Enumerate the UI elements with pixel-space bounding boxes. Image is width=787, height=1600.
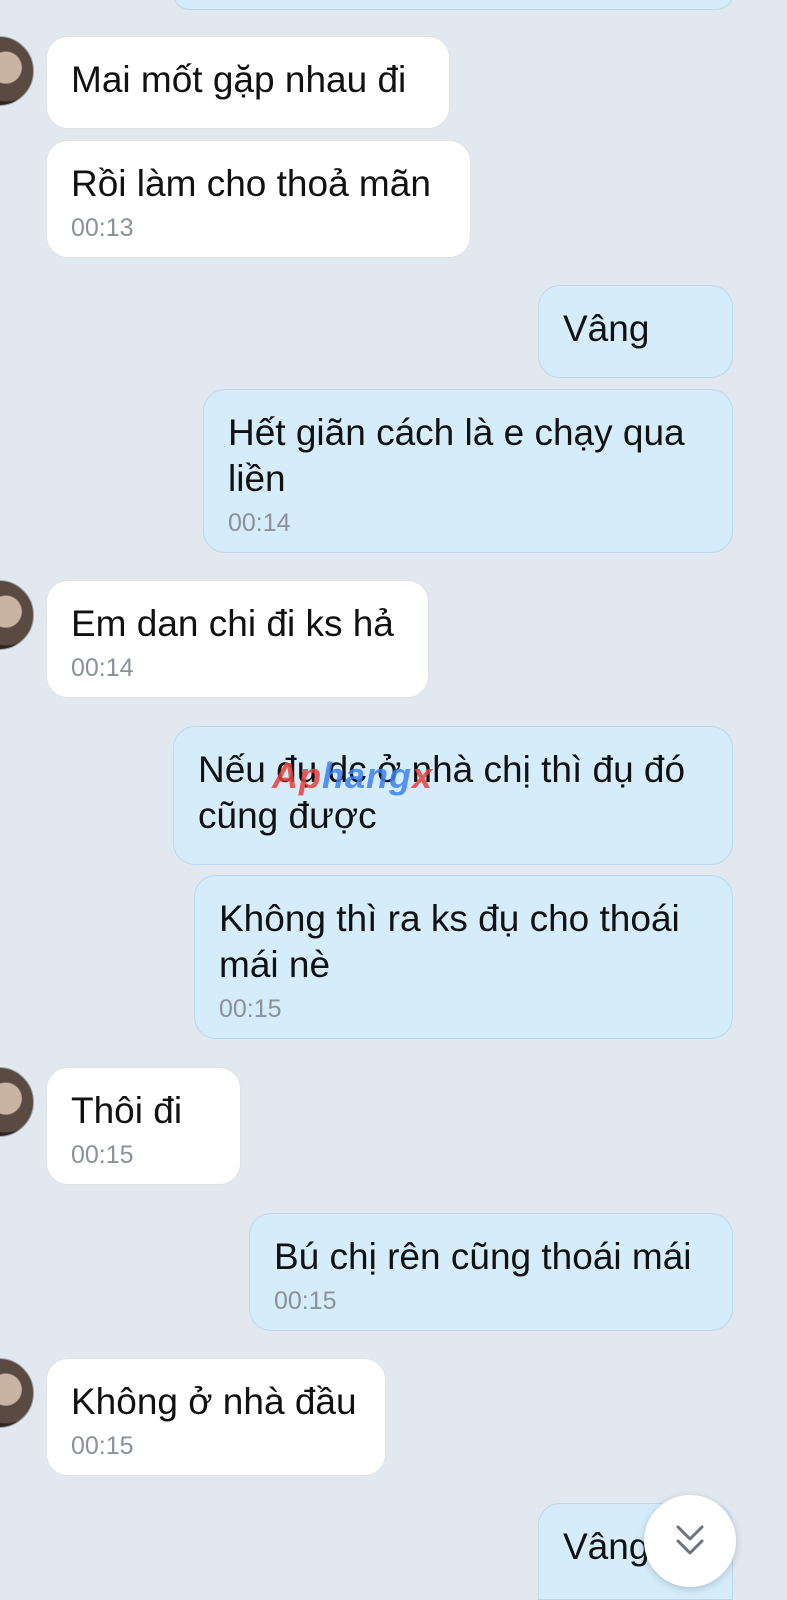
message-text: Hết giãn cách là e chạy qua liền <box>228 412 685 499</box>
contact-avatar[interactable] <box>0 36 34 106</box>
message-text: Bú chị rên cũng thoái mái <box>274 1236 692 1277</box>
chat-thread: Mai mốt gặp nhau đi Rồi làm cho thoả mãn… <box>0 0 787 1600</box>
message-bubble-incoming[interactable]: Rồi làm cho thoả mãn 00:13 <box>46 140 471 258</box>
message-bubble-incoming[interactable]: Em dan chi đi ks hả 00:14 <box>46 580 429 698</box>
message-bubble-outgoing[interactable]: Không thì ra ks đụ cho thoái mái nè 00:1… <box>194 875 733 1039</box>
contact-avatar[interactable] <box>0 580 34 650</box>
message-bubble-incoming[interactable]: Mai mốt gặp nhau đi <box>46 36 450 129</box>
message-timestamp: 00:14 <box>228 509 291 537</box>
message-text: Không ở nhà đầu <box>71 1381 357 1422</box>
message-timestamp: 00:15 <box>71 1432 134 1460</box>
message-bubble-incoming[interactable]: Không ở nhà đầu 00:15 <box>46 1358 386 1476</box>
message-timestamp: 00:15 <box>274 1287 337 1315</box>
message-timestamp: 00:15 <box>71 1141 134 1169</box>
contact-avatar[interactable] <box>0 1067 34 1137</box>
watermark-logo: Aphangx <box>272 755 434 796</box>
message-timestamp: 00:14 <box>71 654 134 682</box>
message-text: Thôi đi <box>71 1090 183 1131</box>
message-text: Em dan chi đi ks hả <box>71 603 394 644</box>
message-bubble-outgoing[interactable]: Vâng <box>538 285 733 378</box>
message-text: Vâng <box>563 308 650 349</box>
message-bubble-outgoing[interactable]: Bú chị rên cũng thoái mái 00:15 <box>249 1213 733 1331</box>
message-text: Không thì ra ks đụ cho thoái mái nè <box>219 898 680 985</box>
message-bubble-outgoing[interactable]: Hết giãn cách là e chạy qua liền 00:14 <box>203 389 733 553</box>
contact-avatar[interactable] <box>0 1358 34 1428</box>
message-bubble-incoming[interactable]: Thôi đi 00:15 <box>46 1067 241 1185</box>
scroll-to-bottom-button[interactable] <box>644 1495 736 1587</box>
message-text: Mai mốt gặp nhau đi <box>71 59 407 100</box>
double-chevron-down-icon <box>676 1525 704 1555</box>
message-bubble-outgoing[interactable]: Nếu đụ dc ở nhà chị thì đụ đó cũng được <box>173 726 733 865</box>
message-text: Rồi làm cho thoả mãn <box>71 163 431 204</box>
message-timestamp: 00:15 <box>219 995 282 1023</box>
message-timestamp: 00:13 <box>71 214 134 242</box>
previous-message-edge <box>172 0 734 10</box>
